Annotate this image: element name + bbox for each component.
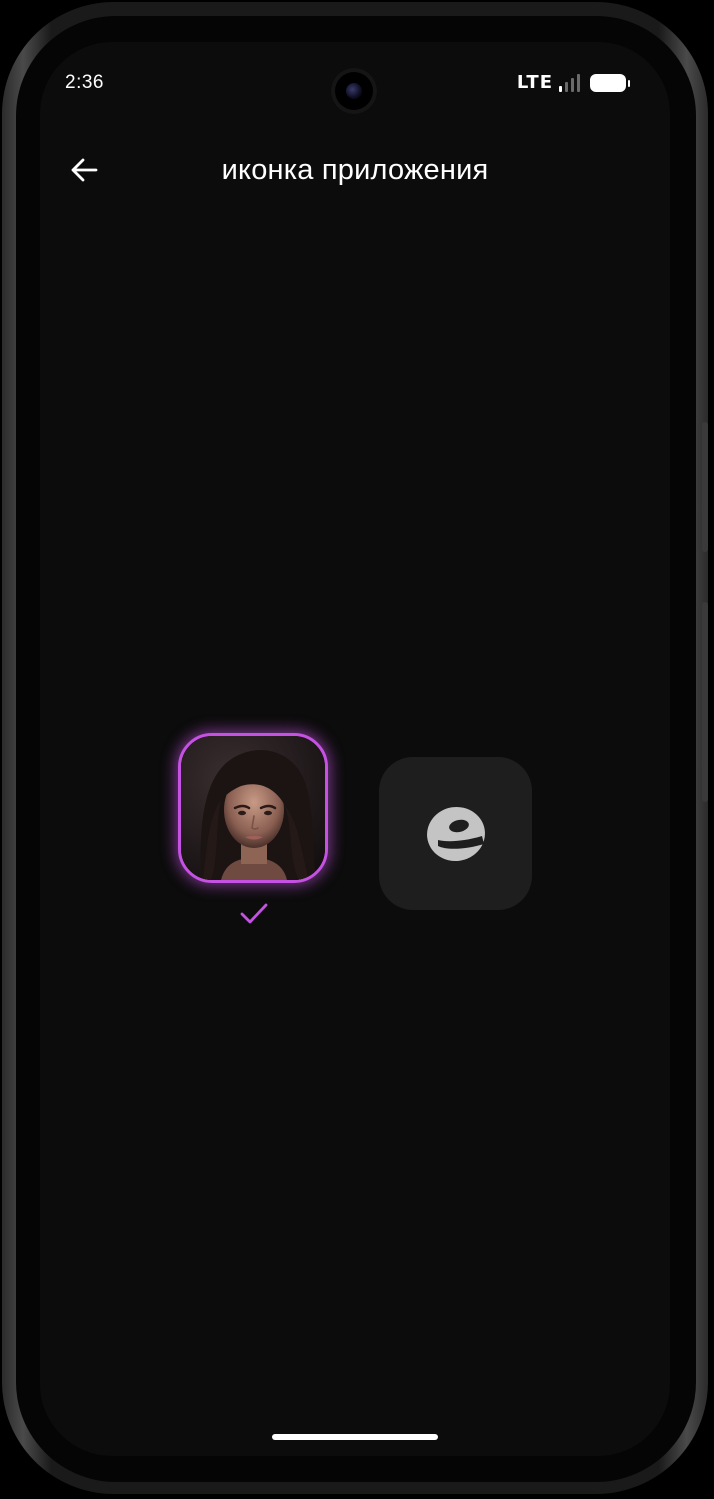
home-indicator[interactable] xyxy=(272,1434,438,1440)
woman-portrait-image xyxy=(181,736,325,880)
icon-option-portrait[interactable] xyxy=(178,733,328,883)
check-icon xyxy=(240,903,268,924)
icon-option-brand[interactable] xyxy=(379,757,532,910)
status-time: 2:36 xyxy=(65,72,104,93)
letter-e-logo-icon xyxy=(426,806,485,861)
page-title: иконка приложения xyxy=(221,154,489,186)
power-button xyxy=(702,602,708,802)
front-camera xyxy=(331,68,377,114)
status-indicators: LTE xyxy=(516,72,630,93)
screen: 2:36 LTE иконка приложения xyxy=(40,42,670,1456)
battery-icon xyxy=(590,73,630,92)
signal-strength-icon xyxy=(559,73,580,92)
network-type-label: LTE xyxy=(516,72,553,93)
status-bar: 2:36 LTE xyxy=(40,42,670,122)
app-header: иконка приложения xyxy=(40,142,670,202)
volume-button xyxy=(702,422,708,552)
